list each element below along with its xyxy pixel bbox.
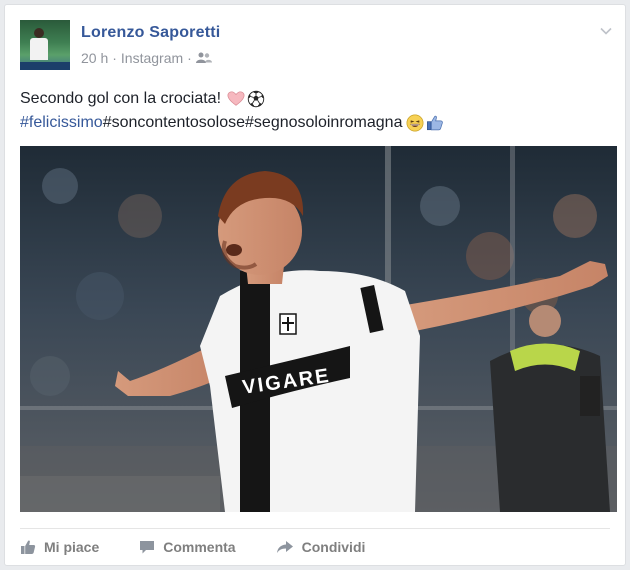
comment-icon: [140, 541, 155, 554]
meta-separator-2: ·: [187, 50, 192, 66]
friends-icon[interactable]: [195, 52, 212, 64]
share-button[interactable]: Condividi: [276, 539, 366, 555]
comment-button[interactable]: Commenta: [139, 539, 236, 555]
post-card: Lorenzo Saporetti 20 h · Instagram · Sec…: [4, 4, 626, 566]
like-icon: [21, 540, 36, 554]
hashtag-segnosoloinromagna[interactable]: #segnosoloinromagna: [245, 111, 402, 135]
soccer-ball-icon: [247, 90, 265, 108]
player-celebration-image: VIGARE: [20, 146, 617, 512]
avatar[interactable]: [20, 20, 70, 70]
post-message: Secondo gol con la crociata!: [20, 90, 222, 107]
like-label: Mi piace: [44, 539, 100, 555]
post-text-line-2: #felicissimo #soncontentosolose #segnosolo…: [20, 111, 610, 135]
comment-label: Commenta: [163, 539, 236, 555]
actions-divider: [20, 528, 610, 529]
share-label: Condividi: [301, 539, 366, 555]
share-icon: [276, 541, 293, 553]
post-meta: 20 h · Instagram ·: [81, 50, 212, 66]
hashtag-soncontentosolose[interactable]: #soncontentosolose: [103, 111, 245, 135]
post-time[interactable]: 20 h: [81, 50, 108, 66]
hashtag-felicissimo[interactable]: #felicissimo: [20, 111, 103, 135]
post-photo[interactable]: VIGARE: [20, 146, 617, 512]
chevron-down-icon[interactable]: [599, 24, 613, 38]
post-text-line-1: Secondo gol con la crociata!: [20, 87, 610, 111]
heart-icon: [227, 91, 245, 106]
grinning-face-icon: [407, 114, 424, 132]
post-actions: Mi piace Commenta Condividi: [20, 535, 365, 559]
post-source[interactable]: Instagram: [121, 50, 183, 66]
like-button[interactable]: Mi piace: [20, 539, 99, 555]
meta-separator: ·: [112, 50, 117, 66]
thumbs-up-icon: [427, 115, 444, 131]
author-name[interactable]: Lorenzo Saporetti: [81, 24, 220, 42]
post-header: Lorenzo Saporetti 20 h · Instagram ·: [20, 20, 613, 72]
post-text: Secondo gol con la crociata! #felicissim…: [20, 87, 610, 135]
